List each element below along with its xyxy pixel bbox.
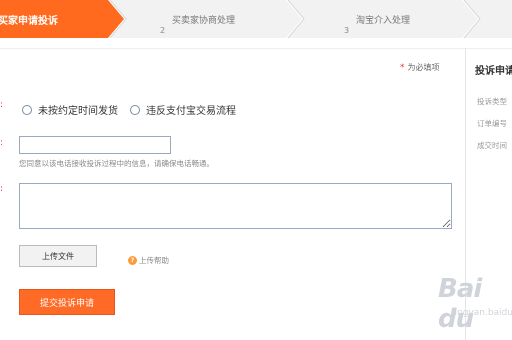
step-2: 买卖家协商处理 [172, 0, 235, 38]
complaint-type-options: 未按约定时间发货 违反支付宝交易流程 [22, 102, 248, 117]
option-label: 违反支付宝交易流程 [146, 106, 236, 117]
required-marker: : [0, 100, 4, 110]
description-textarea[interactable] [19, 183, 452, 229]
step-2-label: 买卖家协商处理 [172, 15, 236, 26]
baidu-watermark-domain: jingyan.baidu [452, 308, 512, 318]
radio-button[interactable] [130, 104, 140, 115]
required-note: * 为必填项 [400, 62, 440, 73]
upload-file-button[interactable]: 上传文件 [19, 245, 97, 267]
phone-hint: 您同意以该电话接收投诉过程中的信息，请确保电话畅通。 [19, 159, 214, 168]
required-star-icon: * [400, 63, 405, 73]
phone-input[interactable] [19, 136, 171, 154]
header-divider [0, 48, 512, 49]
sidebar-title: 投诉申请 [475, 66, 512, 77]
upload-help-label: 上传帮助 [139, 256, 169, 265]
progress-steps: 买家申请投诉 2 买卖家协商处理 3 淘宝介入处理 [0, 0, 512, 38]
step-1-label: 买家申请投诉 [0, 15, 58, 27]
step-3-label: 淘宝介入处理 [356, 15, 411, 26]
required-marker: : [0, 184, 4, 194]
upload-help-link[interactable]: ? 上传帮助 [128, 255, 169, 266]
step-3: 淘宝介入处理 [356, 0, 410, 38]
option-label: 未按约定时间发货 [38, 106, 118, 117]
required-marker: : [0, 138, 4, 148]
submit-complaint-button[interactable]: 提交投诉申请 [19, 289, 115, 315]
steps-background [0, 0, 512, 38]
option-alipay-violation[interactable]: 违反支付宝交易流程 [130, 102, 236, 117]
sidebar-item-deal-time: 成交时间 [477, 141, 507, 150]
required-note-text: 为必填项 [407, 63, 440, 72]
help-icon: ? [128, 256, 137, 265]
sidebar-item-order-number: 订单编号 [477, 119, 507, 128]
baidu-watermark-logo: Bai du [438, 274, 482, 334]
option-late-shipment[interactable]: 未按约定时间发货 [22, 102, 118, 117]
step-3-number: 3 [344, 26, 350, 35]
step-1: 买家申请投诉 [0, 0, 58, 38]
radio-button[interactable] [22, 104, 32, 115]
sidebar-item-complaint-type: 投诉类型 [477, 97, 507, 106]
step-2-number: 2 [160, 26, 166, 35]
